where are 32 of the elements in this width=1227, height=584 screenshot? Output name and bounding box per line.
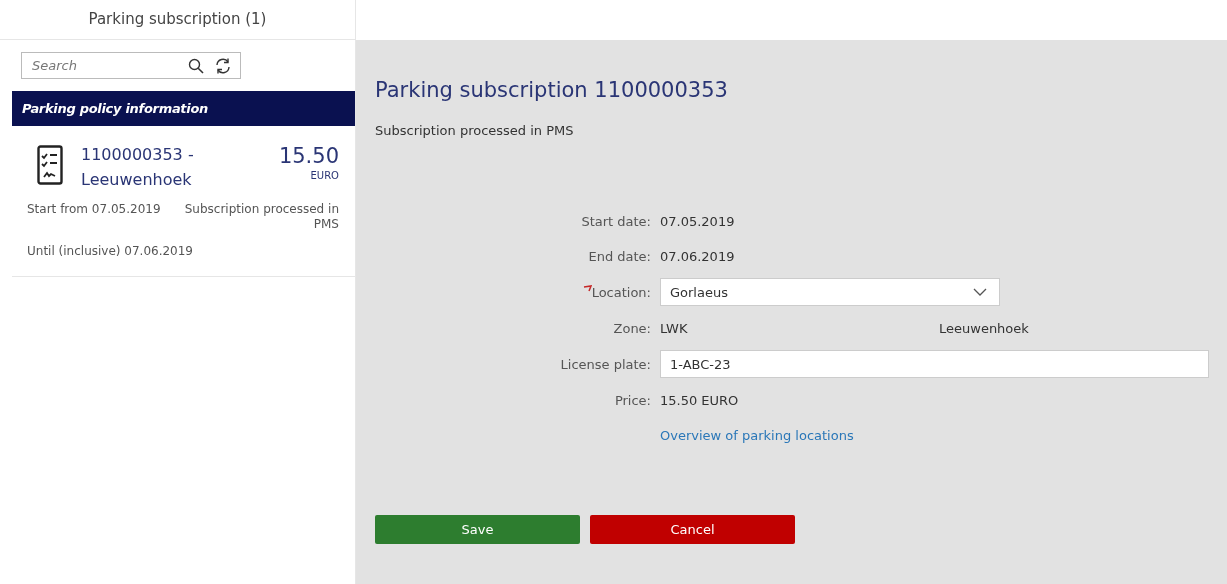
field-value: 07.06.2019 <box>660 248 735 264</box>
field-label: Zone: <box>613 320 651 336</box>
item-title: 1100000353 - Leeuwenhoek <box>81 144 195 191</box>
page-title: Parking subscription (1) <box>0 0 355 40</box>
field-value: Leeuwenhoek <box>939 320 1029 336</box>
refresh-icon[interactable] <box>214 56 232 75</box>
item-currency: EURO <box>309 170 339 181</box>
cancel-button[interactable]: Cancel <box>590 515 795 544</box>
parking-locations-link[interactable]: Overview of parking locations <box>660 427 854 443</box>
field-value: 15.50 EURO <box>660 392 739 408</box>
save-button[interactable]: Save <box>375 515 580 544</box>
list-item[interactable]: 1100000353 - Leeuwenhoek 15.50 EURO Start from 07.05.2019 Subscription processed in PMS Until (inclusive) 07.06.2019 <box>12 126 355 277</box>
checklist-icon <box>37 145 63 185</box>
field-label: Price: <box>614 392 651 408</box>
group-header: Parking policy information <box>12 91 355 126</box>
item-amount: 15.50 <box>278 143 339 170</box>
search-icon[interactable] <box>188 57 204 74</box>
field-label: Location: <box>591 284 651 300</box>
license-plate-field[interactable]: 1-ABC-23 <box>660 350 1209 378</box>
field-label: License plate: <box>560 356 651 372</box>
field-value: LWK <box>660 320 689 336</box>
search-bar[interactable]: Search <box>21 52 241 79</box>
item-start: Start from 07.05.2019 <box>27 202 161 218</box>
field-value: 07.05.2019 <box>660 213 735 229</box>
detail-title: Parking subscription 1100000353 <box>375 78 729 102</box>
field-label: Start date: <box>581 213 651 229</box>
status-text: Subscription processed in PMS <box>375 123 575 138</box>
chevron-down-icon <box>973 288 987 296</box>
item-status: Subscription processed in PMS <box>183 202 339 232</box>
field-label: End date: <box>588 248 651 264</box>
item-until: Until (inclusive) 07.06.2019 <box>27 244 194 258</box>
location-dropdown[interactable]: Gorlaeus <box>660 278 1000 306</box>
